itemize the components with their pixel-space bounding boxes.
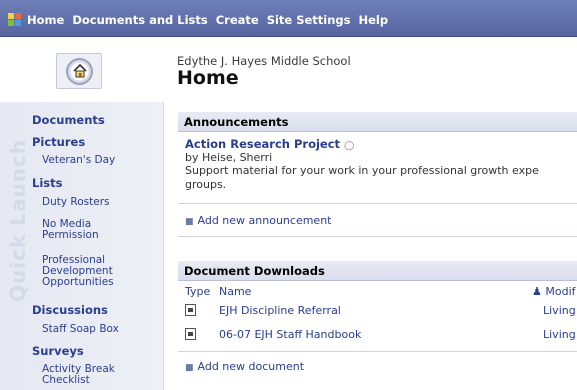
bullet-icon: ■ (185, 217, 194, 227)
page-title: Home (177, 67, 239, 89)
ql-item-veterans-day[interactable]: Veteran's Day (42, 155, 115, 166)
document-icon (185, 304, 196, 316)
col-type[interactable]: Type (185, 285, 210, 298)
col-modified[interactable]: ♟ Modif (532, 285, 576, 298)
document-modified-by[interactable]: Living (543, 328, 576, 341)
announcement-title-link[interactable]: Action Research Project ◯ (185, 137, 354, 151)
announcement-body-line1: Support material for your work in your p… (185, 164, 539, 177)
document-name[interactable]: 06-07 EJH Staff Handbook (219, 328, 361, 341)
documents-column-headers: Type Name ♟ Modif (185, 285, 577, 298)
nav-site-settings[interactable]: Site Settings (267, 13, 351, 27)
top-nav-bar: Home Documents and Lists Create Site Set… (0, 0, 577, 37)
ql-item-activity-break-checklist[interactable]: Activity Break Checklist (42, 364, 132, 386)
announcement-author: by Heise, Sherri (185, 151, 273, 164)
announcement-body-line2: groups. (185, 178, 227, 191)
ql-heading-discussions[interactable]: Discussions (32, 303, 108, 317)
ql-item-no-media-permission[interactable]: No Media Permission (42, 219, 122, 241)
document-icon (185, 328, 196, 340)
add-document-label: Add new document (197, 360, 305, 373)
divider (178, 236, 577, 237)
sharepoint-logo-icon (8, 13, 21, 26)
document-downloads-header: Document Downloads (178, 261, 577, 281)
attachment-icon: ◯ (344, 141, 355, 151)
col-name[interactable]: Name (219, 285, 251, 298)
site-name: Edythe J. Hayes Middle School (177, 54, 351, 68)
nav-help[interactable]: Help (359, 13, 389, 27)
add-announcement-label: Add new announcement (197, 214, 332, 227)
top-nav-links: Home Documents and Lists Create Site Set… (27, 13, 396, 27)
add-new-announcement-link[interactable]: ■ Add new announcement (185, 214, 331, 227)
ql-item-staff-soap-box[interactable]: Staff Soap Box (42, 324, 119, 335)
table-row[interactable]: EJH Discipline Referral Living (185, 303, 577, 319)
nav-documents-and-lists[interactable]: Documents and Lists (72, 13, 207, 27)
announcement-body: Support material for your work in your p… (185, 164, 577, 192)
document-modified-by[interactable]: Living (543, 304, 576, 317)
col-modified-label: Modif (545, 285, 576, 298)
ql-heading-lists[interactable]: Lists (32, 176, 62, 190)
document-name[interactable]: EJH Discipline Referral (219, 304, 341, 317)
table-row[interactable]: 06-07 EJH Staff Handbook Living (185, 327, 577, 343)
announcements-header: Announcements (178, 112, 577, 132)
home-logo[interactable] (56, 53, 102, 89)
ql-heading-documents[interactable]: Documents (32, 113, 105, 127)
nav-home[interactable]: Home (27, 13, 64, 27)
divider (178, 203, 577, 204)
ql-heading-pictures[interactable]: Pictures (32, 135, 85, 149)
ql-item-professional-development[interactable]: Professional Development Opportunities (42, 255, 138, 288)
quick-launch-watermark: Quick Launch (6, 138, 30, 302)
house-icon (73, 63, 87, 78)
nav-create[interactable]: Create (216, 13, 259, 27)
announcement-title-text: Action Research Project (185, 137, 341, 151)
ql-heading-surveys[interactable]: Surveys (32, 344, 84, 358)
person-icon: ♟ (532, 285, 542, 298)
ql-item-duty-rosters[interactable]: Duty Rosters (42, 197, 110, 208)
bullet-icon: ■ (185, 363, 194, 373)
add-new-document-link[interactable]: ■ Add new document (185, 360, 304, 373)
divider (178, 351, 577, 352)
